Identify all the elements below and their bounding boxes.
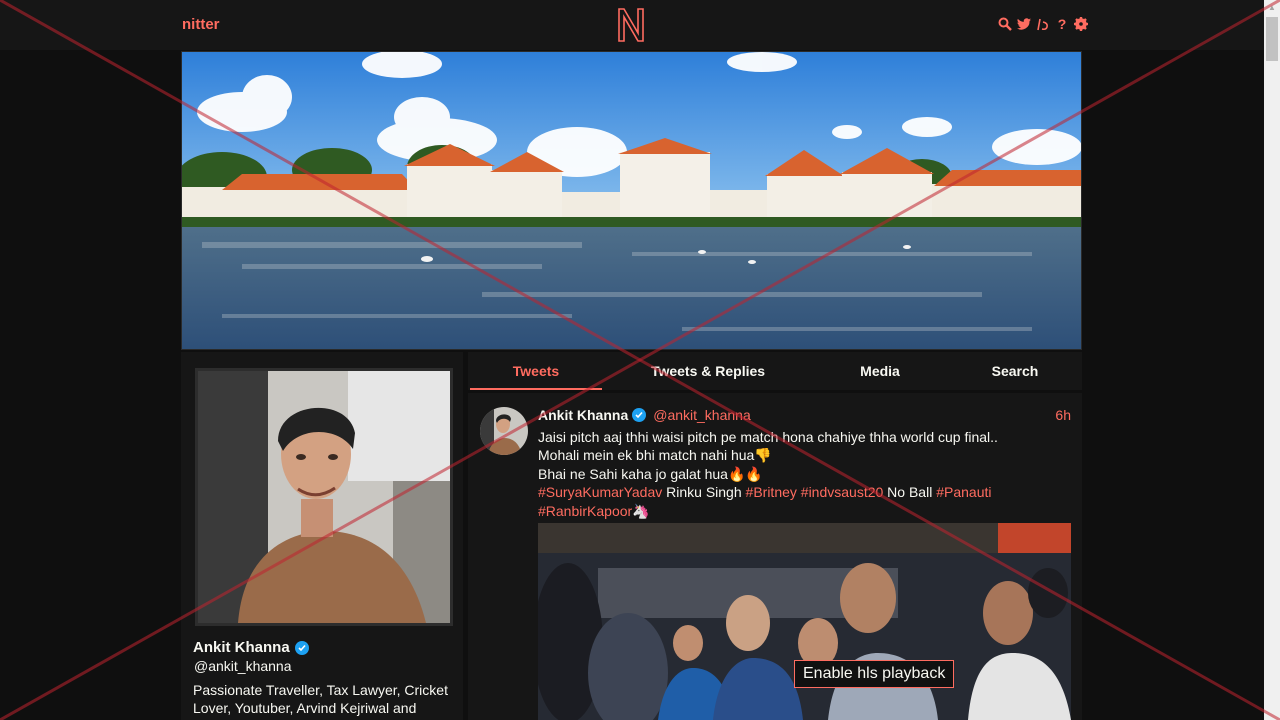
gear-icon[interactable] — [1074, 16, 1088, 32]
tweet-text: Rinku Singh — [662, 484, 746, 501]
profile-username[interactable]: @ankit_khanna — [194, 658, 292, 674]
nav-icons: ? — [998, 16, 1088, 32]
tab-tweets-replies[interactable]: Tweets & Replies — [604, 352, 812, 390]
enable-hls-playback-button[interactable]: Enable hls playback — [794, 660, 955, 688]
tab-tweets[interactable]: Tweets — [468, 352, 604, 390]
tab-media[interactable]: Media — [812, 352, 948, 390]
timeline-tweet[interactable]: Ankit Khanna @ankit_khanna 6h Jaisi pitc… — [468, 393, 1082, 720]
profile-bio: Passionate Traveller, Tax Lawyer, Cricke… — [193, 682, 448, 716]
search-icon[interactable] — [998, 16, 1012, 32]
tab-search[interactable]: Search — [948, 352, 1082, 390]
profile-fullname-text: Ankit Khanna — [193, 639, 290, 656]
tweet-line-2: Mohali mein ek bhi match nahi hua — [538, 447, 755, 464]
rss-icon[interactable] — [1036, 16, 1050, 32]
verified-badge-icon — [632, 408, 647, 422]
scroll-thumb[interactable] — [1266, 17, 1278, 61]
profile-banner[interactable] — [181, 51, 1082, 350]
tweet-header: Ankit Khanna @ankit_khanna — [538, 407, 751, 423]
unicorn-emoji-icon: 🦄 — [632, 502, 650, 519]
thumbs-down-emoji-icon: 👎 — [754, 447, 772, 464]
scroll-up-arrow-icon[interactable]: ▲ — [1264, 0, 1280, 16]
tweet-content: Jaisi pitch aaj thhi waisi pitch pe matc… — [538, 428, 1068, 520]
tweet-avatar[interactable] — [480, 407, 528, 455]
nav-brand-link[interactable]: nitter — [182, 16, 220, 33]
verified-badge-icon — [294, 640, 309, 655]
tweet-video[interactable]: Enable hls playback — [538, 523, 1071, 720]
hashtag-link[interactable]: #Britney — [746, 484, 797, 500]
twitter-icon[interactable] — [1017, 16, 1031, 32]
timeline: Tweets Tweets & Replies Media Search Ank… — [468, 352, 1082, 720]
hashtag-link[interactable]: #SuryaKumarYadav — [538, 484, 662, 500]
hashtag-link[interactable]: #RanbirKapoor — [538, 503, 632, 519]
profile-avatar[interactable] — [195, 368, 453, 626]
fire-emoji-icon: 🔥🔥 — [727, 465, 763, 482]
tweet-line-3: Bhai ne Sahi kaha jo galat hua — [538, 465, 728, 482]
profile-card: Ankit Khanna @ankit_khanna Passionate Tr… — [181, 352, 463, 720]
hashtag-link[interactable]: #indvsaust20 — [801, 484, 884, 500]
nitter-logo[interactable] — [616, 8, 646, 42]
tweet-username[interactable]: @ankit_khanna — [653, 407, 751, 423]
navbar: nitter ? — [0, 0, 1264, 50]
page-scrollbar[interactable]: ▲ — [1264, 0, 1280, 720]
timeline-tabs: Tweets Tweets & Replies Media Search — [468, 352, 1082, 390]
hashtag-link[interactable]: #Panauti — [936, 484, 991, 500]
profile-fullname[interactable]: Ankit Khanna — [193, 639, 309, 656]
help-icon[interactable]: ? — [1055, 16, 1069, 32]
tweet-fullname[interactable]: Ankit Khanna — [538, 407, 628, 423]
tweet-date[interactable]: 6h — [1055, 407, 1071, 423]
tweet-line-1: Jaisi pitch aaj thhi waisi pitch pe matc… — [538, 429, 998, 445]
tweet-text: No Ball — [883, 484, 937, 501]
